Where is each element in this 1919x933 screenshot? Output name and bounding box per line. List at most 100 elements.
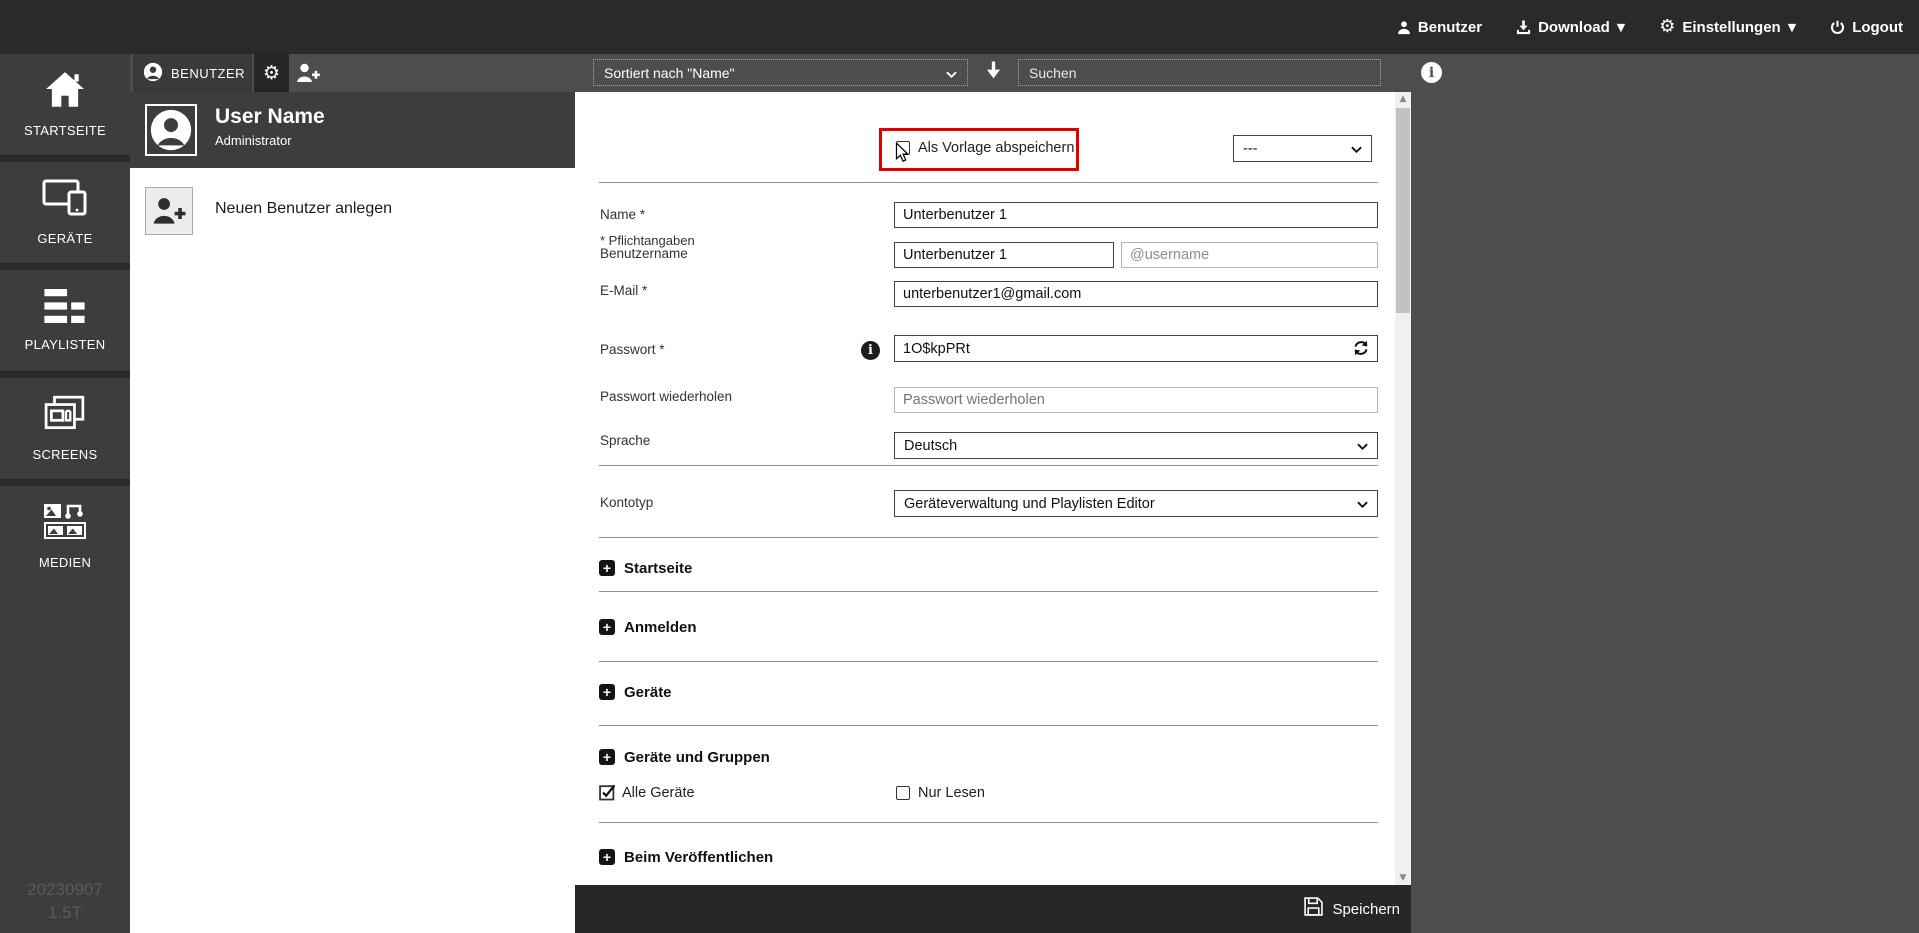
sidebar-item-label: STARTSEITE bbox=[24, 123, 106, 138]
password-repeat-field[interactable] bbox=[894, 387, 1378, 413]
account-type-select[interactable]: Geräteverwaltung und Playlisten Editor bbox=[894, 490, 1378, 517]
topbar-einstellungen[interactable]: ⚙ Einstellungen ▼ bbox=[1659, 18, 1796, 36]
username-handle-field[interactable] bbox=[1121, 242, 1378, 268]
password-label: Passwort * bbox=[600, 342, 665, 357]
search-input[interactable] bbox=[1018, 59, 1381, 86]
user-name: User Name bbox=[215, 105, 325, 129]
topbar-benutzer[interactable]: Benutzer bbox=[1397, 19, 1482, 36]
sidebar-item-label: PLAYLISTEN bbox=[25, 337, 106, 352]
new-user-list-item[interactable]: Neuen Benutzer anlegen bbox=[130, 178, 575, 244]
devices-icon bbox=[42, 179, 88, 222]
save-as-template-label: Als Vorlage abspeichern bbox=[918, 140, 1074, 156]
chevron-down-icon bbox=[1357, 496, 1368, 512]
divider bbox=[599, 822, 1378, 823]
sidebar-item-playlisten[interactable]: PLAYLISTEN bbox=[0, 270, 130, 371]
user-role: Administrator bbox=[215, 133, 292, 148]
section-anmelden[interactable]: + Anmelden bbox=[599, 618, 697, 636]
section-label: Beim Veröffentlichen bbox=[624, 849, 773, 866]
user-circle-icon bbox=[143, 62, 163, 85]
user-list-item[interactable]: User Name Administrator bbox=[130, 92, 575, 168]
sidebar-item-startseite[interactable]: STARTSEITE bbox=[0, 54, 130, 155]
sidebar: STARTSEITE GERÄTE PLAYLISTEN SCREENS MED… bbox=[0, 54, 130, 933]
divider bbox=[599, 591, 1378, 592]
expand-plus-icon: + bbox=[599, 684, 615, 700]
section-startseite[interactable]: + Startseite bbox=[599, 559, 692, 577]
scroll-up-arrow[interactable]: ▲ bbox=[1395, 94, 1411, 104]
section-geraete[interactable]: + Geräte bbox=[599, 683, 672, 701]
save-bar[interactable]: Speichern bbox=[575, 885, 1411, 933]
username-field[interactable] bbox=[894, 242, 1114, 268]
divider bbox=[599, 537, 1378, 538]
tab-benutzer[interactable]: BENUTZER bbox=[133, 54, 252, 92]
sidebar-item-label: GERÄTE bbox=[37, 231, 92, 246]
password-field[interactable] bbox=[894, 335, 1378, 362]
language-select[interactable]: Deutsch bbox=[894, 432, 1378, 459]
topbar-logout[interactable]: Logout bbox=[1830, 19, 1903, 36]
chevron-down-icon: ▼ bbox=[1788, 22, 1796, 33]
password-field-wrap bbox=[894, 335, 1378, 362]
password-repeat-label: Passwort wiederholen bbox=[600, 389, 732, 404]
chevron-down-icon bbox=[1357, 438, 1368, 454]
expand-plus-icon: + bbox=[599, 849, 615, 865]
email-label: E-Mail * bbox=[600, 283, 647, 298]
chevron-down-icon bbox=[946, 65, 957, 81]
sidebar-item-screens[interactable]: SCREENS bbox=[0, 378, 130, 479]
user-form: * Pflichtangaben Als Vorlage abspeichern… bbox=[575, 92, 1395, 885]
template-select-value: --- bbox=[1243, 141, 1258, 157]
email-field[interactable] bbox=[894, 281, 1378, 307]
expand-plus-icon: + bbox=[599, 560, 615, 576]
version-info: 20230907 1.5T bbox=[0, 879, 130, 925]
new-user-label: Neuen Benutzer anlegen bbox=[215, 200, 392, 218]
sidebar-filler: 20230907 1.5T bbox=[0, 594, 130, 933]
section-label: Geräte bbox=[624, 684, 672, 701]
tab-benutzer-label: BENUTZER bbox=[171, 66, 245, 81]
topbar-logout-label: Logout bbox=[1852, 19, 1903, 36]
section-label: Anmelden bbox=[624, 619, 697, 636]
add-user-icon bbox=[145, 187, 193, 235]
app-window: Benutzer Download ▼ ⚙ Einstellungen ▼ Lo… bbox=[0, 0, 1919, 933]
name-label: Name * bbox=[600, 207, 645, 222]
top-bar: Benutzer Download ▼ ⚙ Einstellungen ▼ Lo… bbox=[0, 0, 1919, 54]
info-icon[interactable]: i bbox=[1421, 62, 1442, 83]
expand-plus-icon: + bbox=[599, 749, 615, 765]
language-label: Sprache bbox=[600, 433, 650, 448]
topbar-download[interactable]: Download ▼ bbox=[1516, 19, 1625, 36]
main-area: Sortiert nach "Name" i * Pflichtangaben … bbox=[575, 54, 1919, 933]
section-label: Startseite bbox=[624, 560, 692, 577]
sidebar-item-geraete[interactable]: GERÄTE bbox=[0, 162, 130, 263]
user-icon bbox=[1397, 20, 1411, 35]
read-only-checkbox[interactable] bbox=[896, 786, 910, 800]
version-date: 20230907 bbox=[0, 879, 130, 902]
section-beim-veroeffentlichen[interactable]: + Beim Veröffentlichen bbox=[599, 848, 773, 866]
save-icon bbox=[1304, 897, 1323, 921]
section-label: Geräte und Gruppen bbox=[624, 749, 770, 766]
toolbar: Sortiert nach "Name" i bbox=[575, 54, 1919, 92]
sidebar-item-medien[interactable]: MEDIEN bbox=[0, 486, 130, 587]
playlist-icon bbox=[44, 289, 86, 328]
template-select[interactable]: --- bbox=[1233, 135, 1372, 162]
divider bbox=[599, 725, 1378, 726]
section-geraete-und-gruppen[interactable]: + Geräte und Gruppen bbox=[599, 748, 770, 766]
topbar-einstellungen-label: Einstellungen bbox=[1682, 19, 1780, 36]
scrollbar-thumb[interactable] bbox=[1396, 108, 1410, 313]
all-devices-label: Alle Geräte bbox=[622, 785, 695, 801]
sidebar-item-label: MEDIEN bbox=[39, 555, 91, 570]
save-button-label: Speichern bbox=[1332, 901, 1400, 918]
form-scrollbar[interactable]: ▲ ▼ bbox=[1395, 92, 1411, 885]
media-icon bbox=[42, 503, 88, 546]
refresh-password-icon[interactable] bbox=[1353, 340, 1369, 361]
chevron-down-icon bbox=[1351, 141, 1362, 157]
avatar bbox=[145, 104, 197, 156]
all-devices-checkbox[interactable] bbox=[599, 783, 617, 806]
sort-select-value: Sortiert nach "Name" bbox=[604, 65, 735, 81]
tab-settings[interactable]: ⚙ bbox=[254, 54, 289, 92]
sidebar-item-label: SCREENS bbox=[33, 447, 98, 462]
sort-direction-button[interactable] bbox=[985, 61, 1002, 85]
divider bbox=[599, 661, 1378, 662]
password-info-icon[interactable]: i bbox=[861, 341, 880, 360]
name-field[interactable] bbox=[894, 202, 1378, 228]
divider bbox=[599, 182, 1378, 183]
add-user-button[interactable] bbox=[296, 54, 320, 92]
sort-select[interactable]: Sortiert nach "Name" bbox=[593, 59, 968, 86]
scroll-down-arrow[interactable]: ▼ bbox=[1395, 873, 1411, 883]
